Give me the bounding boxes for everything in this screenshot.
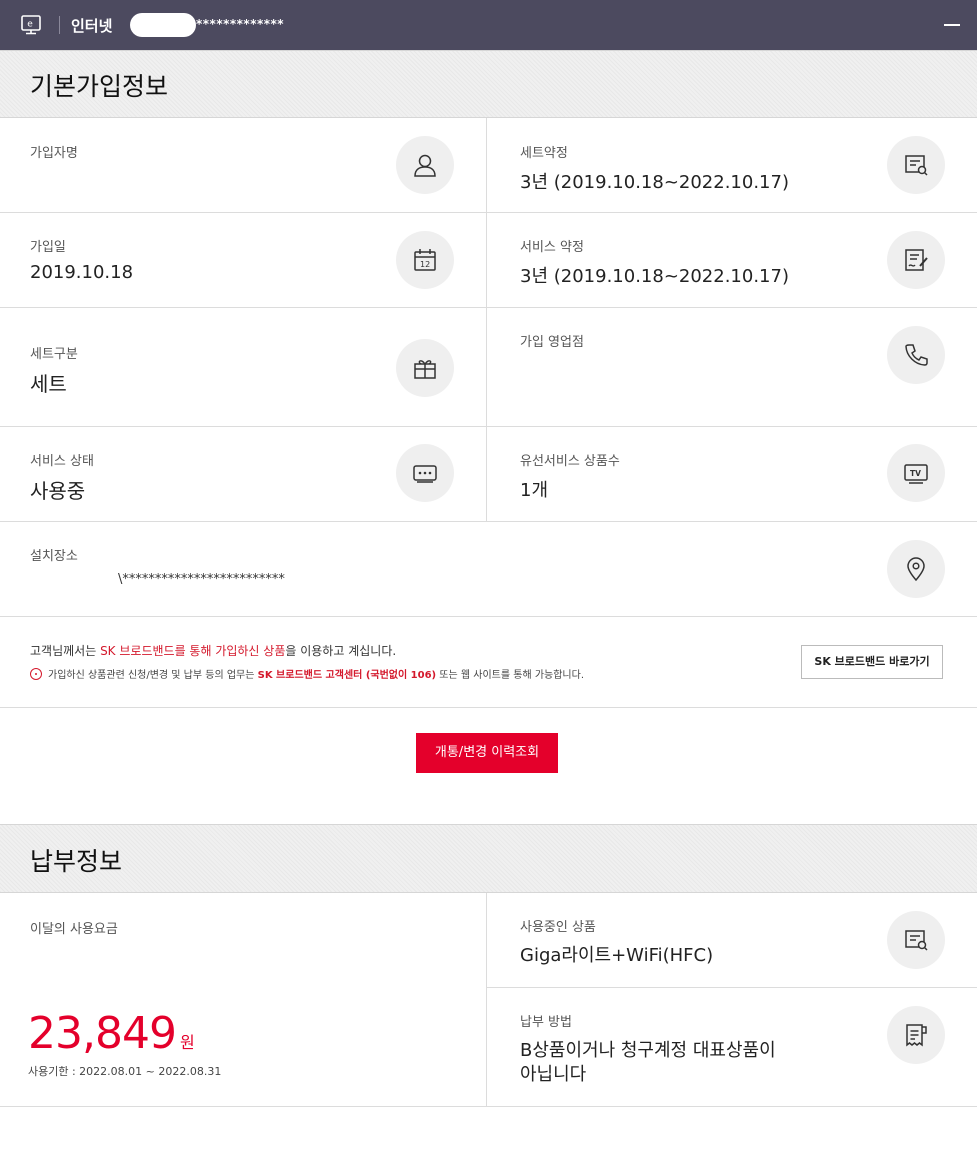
document-search-icon	[887, 911, 945, 969]
join-date-value: 2019.10.18	[30, 262, 134, 283]
service-status-label: 서비스 상태	[30, 454, 94, 469]
svg-text:12: 12	[420, 260, 430, 269]
wired-count-value: 1개	[520, 480, 549, 501]
divider	[0, 426, 977, 427]
divider	[0, 212, 977, 213]
divider	[0, 707, 977, 708]
set-contract-value: 3년 (2019.10.18~2022.10.17)	[520, 172, 789, 193]
service-name: 인터넷	[71, 17, 113, 35]
divider	[0, 1106, 977, 1107]
minus-icon[interactable]	[944, 24, 960, 26]
history-lookup-button[interactable]: 개통/변경 이력조회	[416, 733, 558, 773]
set-type-value: 세트	[30, 372, 67, 396]
join-date-label: 가입일	[30, 240, 66, 255]
subscriber-name-label: 가입자명	[30, 146, 78, 161]
gift-icon	[396, 339, 454, 397]
document-sign-icon	[887, 231, 945, 289]
product-value: Giga라이트+WiFi(HFC)	[520, 945, 714, 966]
account-number: *************	[196, 17, 285, 31]
customer-center-notice: 가입하신 상품관련 신청/변경 및 납부 등의 업무는 SK 브로드밴드 고객센…	[30, 666, 584, 681]
phone-icon	[887, 326, 945, 384]
basic-info-header: 기본가입정보	[0, 50, 977, 118]
payment-info-header: 납부정보	[0, 824, 977, 893]
info-icon	[30, 668, 42, 680]
svg-text:e: e	[27, 20, 33, 30]
payment-method-value-line2: 아닙니다	[520, 1064, 587, 1085]
product-label: 사용중인 상품	[520, 920, 596, 935]
column-divider	[486, 118, 487, 521]
payment-method-label: 납부 방법	[520, 1015, 572, 1030]
masked-account-blob	[130, 13, 196, 37]
monthly-fee-label: 이달의 사용요금	[30, 922, 118, 937]
set-contract-label: 세트약정	[520, 146, 568, 161]
column-divider	[486, 893, 487, 1106]
divider	[0, 616, 977, 617]
monthly-fee-unit: 원	[179, 1033, 195, 1052]
svg-text:TV: TV	[910, 469, 921, 478]
calendar-icon: 12	[396, 231, 454, 289]
provider-notice: 고객님께서는 SK 브로드밴드를 통해 가입하신 상품을 이용하고 계십니다.	[30, 644, 397, 658]
payment-info-title: 납부정보	[30, 847, 123, 876]
install-location-value: \*************************	[118, 572, 285, 587]
payment-method-value-line1: B상품이거나 청구계정 대표상품이	[520, 1040, 776, 1061]
basic-info-title: 기본가입정보	[30, 72, 169, 101]
top-bar: e 인터넷 *************	[0, 0, 977, 50]
tv-icon: TV	[887, 444, 945, 502]
divider	[0, 521, 977, 522]
sk-broadband-link-button[interactable]: SK 브로드밴드 바로가기	[801, 645, 943, 679]
install-location-label: 설치장소	[30, 549, 78, 564]
divider	[486, 987, 977, 988]
receipt-icon	[887, 1006, 945, 1064]
service-status-value: 사용중	[30, 479, 86, 503]
divider	[0, 307, 977, 308]
monitor-e-icon: e	[21, 15, 41, 35]
service-contract-value: 3년 (2019.10.18~2022.10.17)	[520, 266, 789, 287]
location-pin-icon	[887, 540, 945, 598]
monthly-fee-amount: 23,849	[28, 1008, 177, 1059]
usage-period: 사용기한 : 2022.08.01 ~ 2022.08.31	[28, 1065, 222, 1078]
monthly-fee: 23,849 원	[28, 1008, 195, 1059]
person-icon	[396, 136, 454, 194]
document-search-icon	[887, 136, 945, 194]
header-divider	[59, 16, 60, 34]
wired-count-label: 유선서비스 상품수	[520, 454, 620, 469]
set-type-label: 세트구분	[30, 347, 78, 362]
service-contract-label: 서비스 약정	[520, 240, 584, 255]
join-store-label: 가입 영업점	[520, 335, 584, 350]
modem-icon	[396, 444, 454, 502]
